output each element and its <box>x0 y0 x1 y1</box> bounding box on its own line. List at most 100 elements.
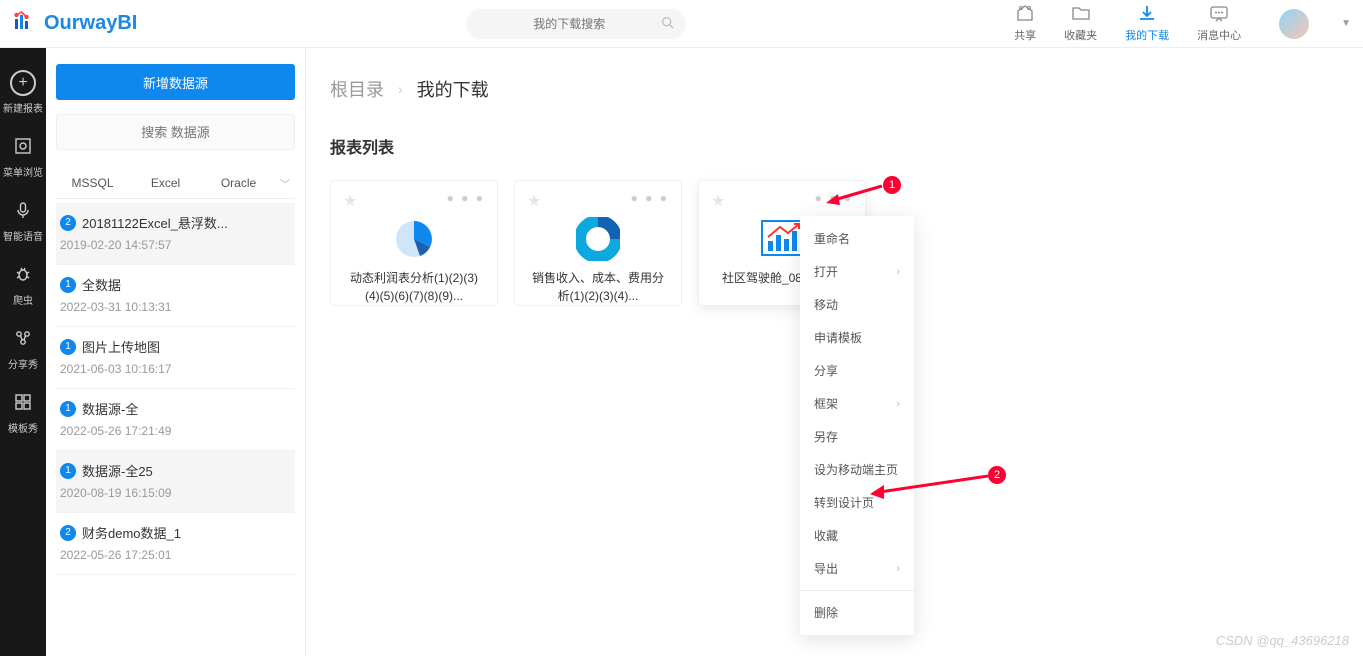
report-card[interactable]: ★ ● ● ● 动态利润表分析(1)(2)(3)(4)(5)(6)(7)(8)(… <box>330 180 498 306</box>
annotation-badge-2: 2 <box>988 466 1006 484</box>
breadcrumb-root[interactable]: 根目录 <box>330 76 384 102</box>
rail-new-report[interactable]: + 新建报表 <box>0 60 46 127</box>
report-card[interactable]: ★ ● ● ● 销售收入、成本、费用分析(1)(2)(3)(4)... <box>514 180 682 306</box>
avatar[interactable] <box>1279 9 1309 39</box>
ds-name: 数据源-全25 <box>82 461 153 480</box>
tab-excel[interactable]: Excel <box>129 168 202 198</box>
list-item[interactable]: 2 20181122Excel_悬浮数... 2019-02-20 14:57:5… <box>56 203 295 265</box>
ds-name: 20181122Excel_悬浮数... <box>82 213 228 232</box>
rail-voice-label: 智能语音 <box>3 228 43 243</box>
add-datasource-button[interactable]: 新增数据源 <box>56 64 295 100</box>
grid-icon <box>14 393 32 416</box>
chevron-right-icon: › <box>398 81 403 97</box>
mic-icon <box>14 201 32 224</box>
rail-voice[interactable]: 智能语音 <box>0 191 46 255</box>
rail-browse[interactable]: 菜单浏览 <box>0 127 46 191</box>
rail-spider[interactable]: 爬虫 <box>0 255 46 319</box>
menu-delete[interactable]: 删除 <box>800 596 914 629</box>
pie-chart-icon <box>343 217 485 261</box>
ds-time: 2022-03-31 10:13:31 <box>60 300 291 314</box>
badge-icon: 1 <box>60 277 76 293</box>
ds-name: 全数据 <box>82 275 121 294</box>
nav-downloads[interactable]: 我的下载 <box>1125 4 1169 43</box>
ds-name: 财务demo数据_1 <box>82 523 181 542</box>
app-logo: OurwayBI <box>12 9 137 39</box>
menu-rename[interactable]: 重命名 <box>800 222 914 255</box>
ds-time: 2021-06-03 10:16:17 <box>60 362 291 376</box>
tabs-more-icon[interactable]: ﹀ <box>275 176 295 191</box>
nav-dl-label: 我的下载 <box>1125 27 1169 43</box>
global-search[interactable] <box>466 9 686 39</box>
nav-messages[interactable]: 消息中心 <box>1197 4 1241 43</box>
annotation-arrow-icon <box>866 472 990 502</box>
badge-icon: 1 <box>60 339 76 355</box>
rail-template-show[interactable]: 模板秀 <box>0 383 46 447</box>
bug-icon <box>14 265 32 288</box>
chevron-right-icon: › <box>896 563 900 575</box>
badge-icon: 1 <box>60 463 76 479</box>
menu-apply-template[interactable]: 申请模板 <box>800 321 914 354</box>
ds-name: 图片上传地图 <box>82 337 160 356</box>
list-item[interactable]: 1 数据源-全25 2020-08-19 16:15:09 <box>56 451 295 513</box>
ds-name: 数据源-全 <box>82 399 138 418</box>
message-icon <box>1209 4 1229 25</box>
menu-share[interactable]: 分享 <box>800 354 914 387</box>
rail-new-label: 新建报表 <box>3 100 43 115</box>
rail-browse-label: 菜单浏览 <box>3 164 43 179</box>
ds-time: 2020-08-19 16:15:09 <box>60 486 291 500</box>
nav-fav-label: 收藏夹 <box>1064 27 1097 43</box>
list-item[interactable]: 1 图片上传地图 2021-06-03 10:16:17 <box>56 327 295 389</box>
download-icon <box>1137 4 1157 25</box>
star-icon[interactable]: ★ <box>343 193 357 210</box>
card-more-icon[interactable]: ● ● ● <box>447 191 485 205</box>
list-item[interactable]: 1 数据源-全 2022-05-26 17:21:49 <box>56 389 295 451</box>
menu-save-as[interactable]: 另存 <box>800 420 914 453</box>
menu-favorite[interactable]: 收藏 <box>800 519 914 552</box>
section-title: 报表列表 <box>330 134 1339 158</box>
chevron-right-icon: › <box>896 266 900 278</box>
folder-icon <box>1071 4 1091 25</box>
list-item[interactable]: 2 财务demo数据_1 2022-05-26 17:25:01 <box>56 513 295 575</box>
card-more-icon[interactable]: ● ● ● <box>631 191 669 205</box>
annotation-badge-1: 1 <box>883 176 901 194</box>
star-icon[interactable]: ★ <box>527 193 541 210</box>
context-menu: 重命名 打开› 移动 申请模板 分享 框架› 另存 设为移动端主页 转到设计页 … <box>800 216 914 635</box>
ds-time: 2022-05-26 17:25:01 <box>60 548 291 562</box>
nav-favorites[interactable]: 收藏夹 <box>1064 4 1097 43</box>
badge-icon: 2 <box>60 525 76 541</box>
menu-open[interactable]: 打开› <box>800 255 914 288</box>
rail-template-label: 模板秀 <box>8 420 38 435</box>
ds-time: 2019-02-20 14:57:57 <box>60 238 291 252</box>
tab-oracle[interactable]: Oracle <box>202 168 275 198</box>
share-icon <box>1015 4 1035 25</box>
browse-icon <box>14 137 32 160</box>
badge-icon: 2 <box>60 215 76 231</box>
menu-frame[interactable]: 框架› <box>800 387 914 420</box>
card-title: 动态利润表分析(1)(2)(3)(4)(5)(6)(7)(8)(9)... <box>343 269 485 305</box>
star-icon[interactable]: ★ <box>711 193 725 210</box>
share-nodes-icon <box>14 329 32 352</box>
menu-separator <box>800 590 914 591</box>
nav-share-label: 共享 <box>1014 27 1036 43</box>
watermark: CSDN @qq_43696218 <box>1216 633 1349 648</box>
datasource-search-input[interactable] <box>56 114 295 150</box>
breadcrumb-current: 我的下载 <box>417 76 489 102</box>
badge-icon: 1 <box>60 401 76 417</box>
list-item[interactable]: 1 全数据 2022-03-31 10:13:31 <box>56 265 295 327</box>
rail-share-show-label: 分享秀 <box>8 356 38 371</box>
rail-share-show[interactable]: 分享秀 <box>0 319 46 383</box>
app-name: OurwayBI <box>44 12 137 35</box>
avatar-caret-icon[interactable]: ▼ <box>1341 18 1351 29</box>
logo-icon <box>12 9 38 39</box>
search-input[interactable] <box>478 17 661 31</box>
nav-share[interactable]: 共享 <box>1014 4 1036 43</box>
menu-move[interactable]: 移动 <box>800 288 914 321</box>
menu-export[interactable]: 导出› <box>800 552 914 585</box>
card-title: 销售收入、成本、费用分析(1)(2)(3)(4)... <box>527 269 669 305</box>
tab-mssql[interactable]: MSSQL <box>56 168 129 198</box>
breadcrumb: 根目录 › 我的下载 <box>330 76 1339 102</box>
ds-time: 2022-05-26 17:21:49 <box>60 424 291 438</box>
annotation-arrow-icon <box>824 182 884 206</box>
nav-msg-label: 消息中心 <box>1197 27 1241 43</box>
donut-chart-icon <box>527 217 669 261</box>
